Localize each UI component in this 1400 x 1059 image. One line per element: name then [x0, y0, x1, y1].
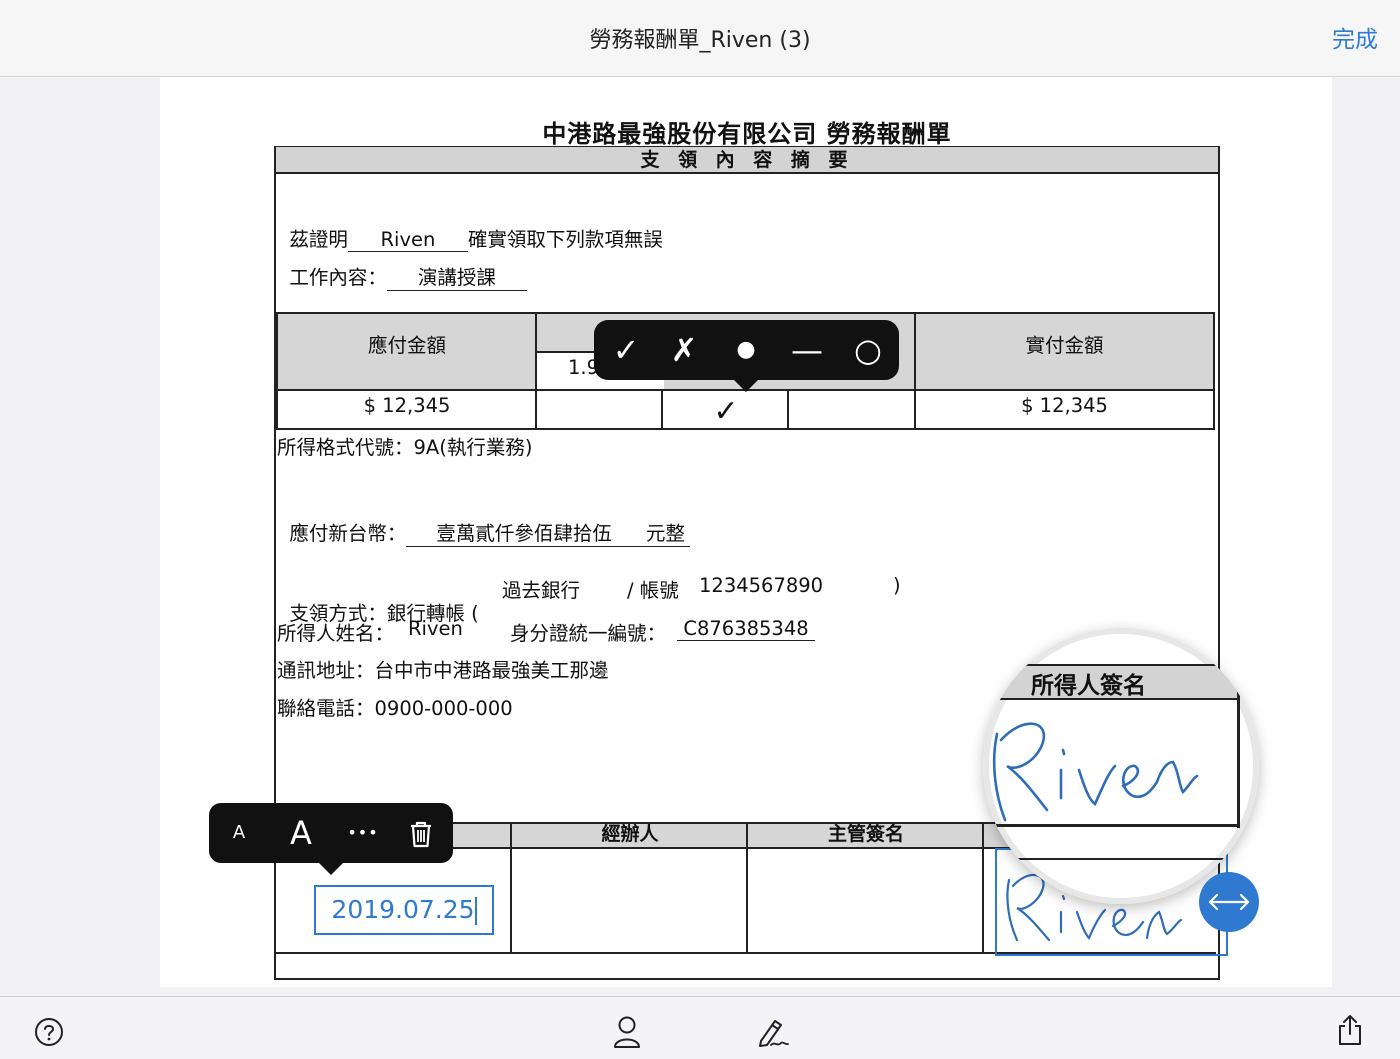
- address-line: 通訊地址：台中市中港路最強美工那邊: [277, 659, 609, 682]
- help-icon[interactable]: [34, 1017, 64, 1051]
- payable-value[interactable]: $ 12,345: [278, 391, 536, 427]
- recipient-sign-header: 所得人簽名: [1031, 673, 1146, 699]
- payment-close: ): [893, 574, 901, 597]
- toolbar-pointer: [317, 861, 345, 875]
- resize-horizontal-icon[interactable]: [1199, 872, 1259, 932]
- more-options-button[interactable]: •••: [343, 803, 383, 863]
- trash-icon[interactable]: [405, 803, 437, 863]
- signature-icon[interactable]: [755, 1015, 791, 1053]
- magnifier-loupe: 所得人簽名: [983, 628, 1259, 904]
- increase-font-button[interactable]: A: [281, 803, 321, 863]
- circle-mark-tool[interactable]: ○: [838, 320, 898, 380]
- document-title: 勞務報酬單_Riven (3): [589, 28, 811, 53]
- toolbar-pointer: [732, 378, 760, 392]
- ntd-suffix: 元整: [645, 522, 685, 545]
- recipient-name[interactable]: Riven: [408, 617, 463, 640]
- income-code: 所得格式代號：9A(執行業務): [277, 436, 533, 459]
- form-title: 中港路最強股份有限公司 勞務報酬單: [542, 120, 952, 148]
- done-button[interactable]: 完成: [1332, 20, 1378, 54]
- section-header: 支 領 內 容 摘 要: [276, 147, 1218, 174]
- work-value[interactable]: 演講授課: [386, 261, 527, 291]
- date-field[interactable]: 2019.07.25: [314, 885, 494, 935]
- recipient-label: 所得人姓名：: [277, 622, 395, 645]
- share-icon[interactable]: [1336, 1013, 1364, 1051]
- top-bar: 勞務報酬單_Riven (3) 完成: [0, 0, 1400, 77]
- actual-value[interactable]: $ 12,345: [916, 391, 1213, 427]
- handler-header: 經辦人: [601, 823, 659, 845]
- work-line: 工作內容： 演講授課: [277, 238, 527, 291]
- text-cursor: [474, 897, 477, 925]
- handler-cell[interactable]: [512, 849, 746, 952]
- ntd-amount[interactable]: 壹萬貳仟參佰肆拾伍 元整: [406, 517, 691, 547]
- supervisor-header: 主管簽名: [827, 823, 904, 845]
- bottom-toolbar: [0, 996, 1400, 1059]
- actual-header: 實付金額: [916, 314, 1213, 390]
- dash-mark-tool[interactable]: —: [777, 320, 837, 380]
- ntd-value: 壹萬貳仟參佰肆拾伍: [436, 522, 612, 545]
- cross-mark-tool[interactable]: ✗: [654, 320, 714, 380]
- payable-header: 應付金額: [278, 314, 536, 390]
- person-icon[interactable]: [612, 1015, 642, 1053]
- text-toolbar: A A •••: [209, 803, 453, 875]
- id-value[interactable]: C876385348: [677, 617, 815, 641]
- check-mark-tool[interactable]: ✓: [596, 320, 656, 380]
- zoomed-signature: [992, 722, 1199, 822]
- mark-toolbar: ✓ ✗ ● — ○: [594, 320, 899, 392]
- supervisor-cell[interactable]: [748, 849, 982, 952]
- ntd-line: 應付新台幣： 壹萬貳仟參佰肆拾伍 元整: [277, 494, 691, 547]
- dot-mark-tool[interactable]: ●: [716, 320, 776, 380]
- date-value: 2019.07.25: [331, 895, 475, 924]
- ntd-label: 應付新台幣：: [289, 522, 407, 545]
- id-label: 身分證統一編號：: [510, 622, 667, 645]
- account-number[interactable]: 1234567890: [699, 574, 823, 597]
- bank-name[interactable]: 過去銀行: [502, 574, 580, 603]
- decrease-font-button[interactable]: A: [223, 803, 255, 863]
- work-label: 工作內容：: [289, 266, 387, 289]
- check-mark[interactable]: ✓: [664, 394, 788, 430]
- account-label: / 帳號: [627, 579, 679, 602]
- phone-line: 聯絡電話：0900-000-000: [277, 697, 513, 720]
